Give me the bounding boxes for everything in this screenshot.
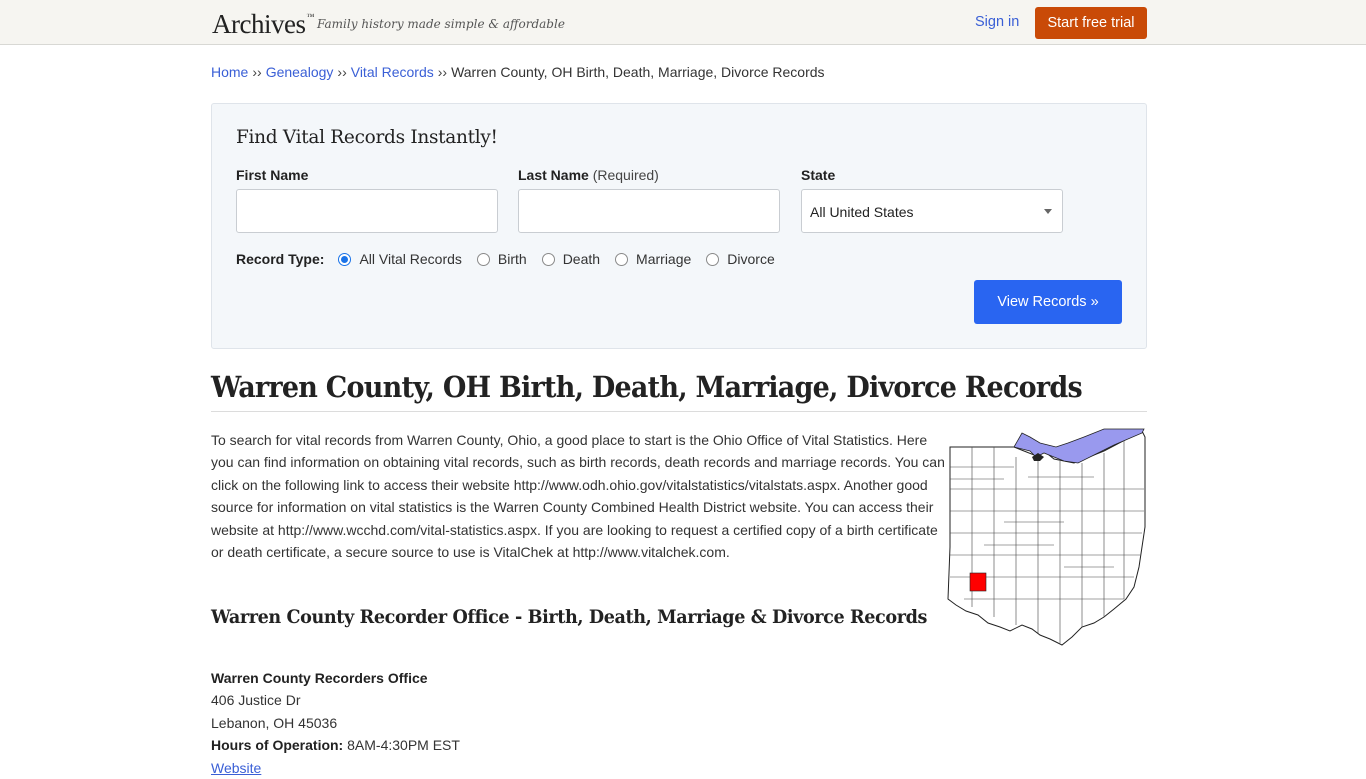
site-header: Archives™ Family history made simple & a… <box>0 0 1366 45</box>
breadcrumb: Home ›› Genealogy ›› Vital Records ›› Warren C… <box>211 64 825 80</box>
office-address-line1: 406 Justice Dr <box>211 692 301 709</box>
logo-text[interactable]: Archives <box>212 9 306 39</box>
site-tagline: Family history made simple & affordable <box>317 17 565 31</box>
last-name-input[interactable] <box>518 189 780 233</box>
warren-county-highlight <box>969 572 987 592</box>
office-hours: Hours of Operation: 8AM-4:30PM EST <box>211 734 460 756</box>
radio-unchecked-icon[interactable] <box>541 252 555 266</box>
breadcrumb-vital-records[interactable]: Vital Records <box>351 64 434 80</box>
start-free-trial-button[interactable]: Start free trial <box>1035 7 1147 39</box>
radio-label: All Vital Records <box>359 251 462 267</box>
office-name: Warren County Recorders Office <box>211 670 428 686</box>
site-logo[interactable]: Archives™ <box>212 9 314 40</box>
last-name-label: Last Name (Required) <box>518 167 659 183</box>
radio-label: Marriage <box>636 251 692 267</box>
search-form-title: Find Vital Records Instantly! <box>236 127 498 148</box>
record-type-label: Record Type: <box>236 251 325 267</box>
breadcrumb-genealogy[interactable]: Genealogy <box>266 64 334 80</box>
breadcrumb-current: Warren County, OH Birth, Death, Marriage… <box>451 64 825 80</box>
office-address-line2: Lebanon, OH 45036 <box>211 714 338 731</box>
breadcrumb-separator: ›› <box>437 64 448 80</box>
state-selected-value: All United States <box>810 204 914 220</box>
chevron-down-icon <box>1044 209 1052 214</box>
intro-paragraph: To search for vital records from Warren … <box>211 432 945 561</box>
radio-birth[interactable]: Birth <box>476 251 527 267</box>
radio-death[interactable]: Death <box>541 251 601 267</box>
radio-label: Birth <box>497 251 527 267</box>
breadcrumb-separator: ›› <box>337 64 347 80</box>
first-name-label: First Name <box>236 167 309 183</box>
ohio-state-outline <box>947 430 1146 646</box>
breadcrumb-separator: ›› <box>252 64 262 80</box>
radio-unchecked-icon[interactable] <box>706 252 720 266</box>
recorder-office-section-title: Warren County Recorder Office - Birth, D… <box>211 607 928 628</box>
recorder-office-details: Warren County Recorders Office 406 Justi… <box>211 667 460 779</box>
radio-divorce[interactable]: Divorce <box>706 251 775 267</box>
radio-checked-icon[interactable] <box>338 252 352 266</box>
page-title: Warren County, OH Birth, Death, Marriage… <box>211 370 1083 404</box>
radio-marriage[interactable]: Marriage <box>615 251 691 267</box>
vital-records-search-form: Find Vital Records Instantly! First Name… <box>211 103 1147 349</box>
office-hours-value: 8AM-4:30PM EST <box>347 737 460 754</box>
radio-label: Divorce <box>727 251 775 267</box>
radio-unchecked-icon[interactable] <box>615 252 629 266</box>
state-select[interactable]: All United States <box>801 189 1063 233</box>
view-records-button[interactable]: View Records » <box>974 280 1122 324</box>
radio-all-vital-records[interactable]: All Vital Records <box>338 251 462 267</box>
radio-unchecked-icon[interactable] <box>476 252 490 266</box>
sign-in-link[interactable]: Sign in <box>975 14 1019 30</box>
radio-label: Death <box>562 251 601 267</box>
state-label: State <box>801 167 836 183</box>
record-type-group: Record Type: All Vital Records Birth Dea… <box>236 251 790 267</box>
office-hours-label: Hours of Operation: <box>211 737 344 754</box>
title-divider <box>211 411 1147 412</box>
required-note: (Required) <box>592 167 659 183</box>
last-name-label-text: Last Name <box>518 167 589 183</box>
trademark-mark: ™ <box>306 12 314 21</box>
ohio-county-map-icon <box>947 428 1146 646</box>
first-name-input[interactable] <box>236 189 498 233</box>
breadcrumb-home[interactable]: Home <box>211 64 248 80</box>
